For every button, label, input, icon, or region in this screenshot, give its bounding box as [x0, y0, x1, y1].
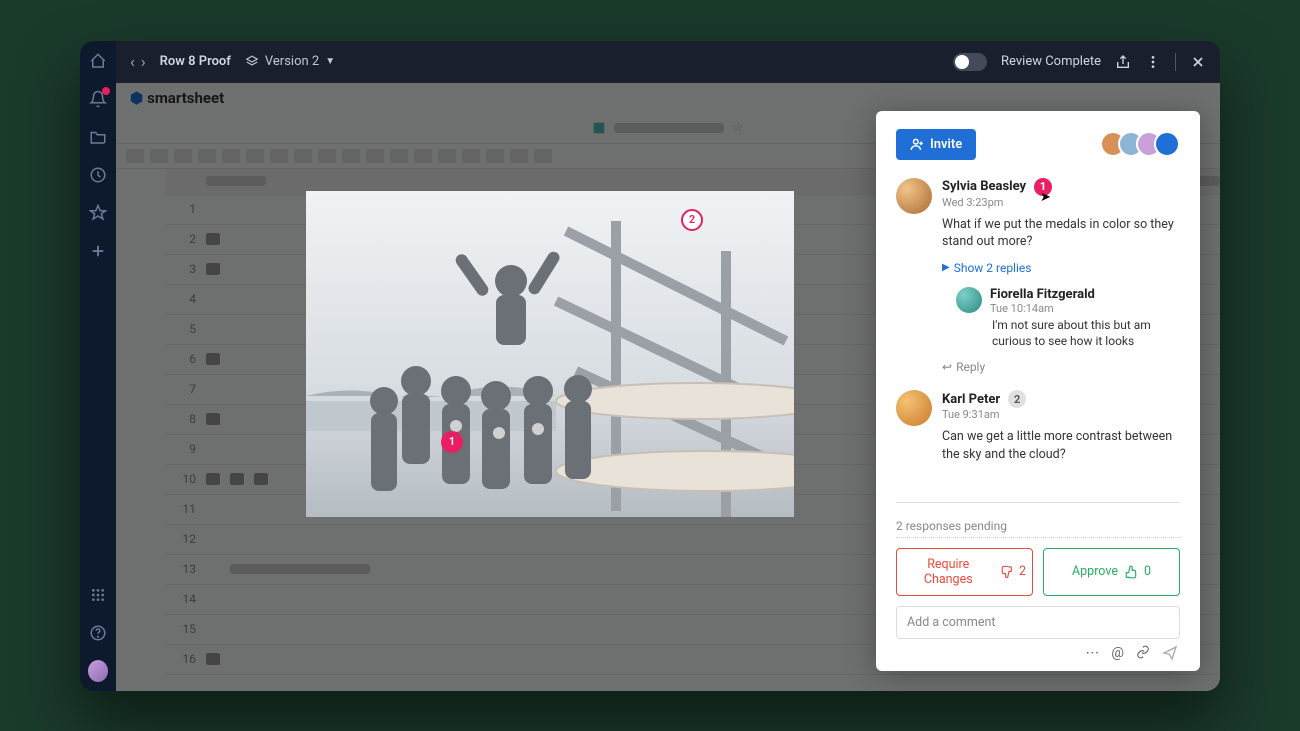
- show-replies-link[interactable]: ▶ Show 2 replies: [942, 261, 1186, 275]
- app-window: ‹ › Row 8 Proof Version 2 ▼ Review Compl…: [80, 41, 1220, 691]
- version-selector[interactable]: Version 2 ▼: [245, 54, 335, 69]
- proof-title: Row 8 Proof: [160, 54, 231, 69]
- review-complete-label: Review Complete: [1001, 54, 1101, 69]
- nav-back-icon[interactable]: ‹: [130, 52, 135, 71]
- left-nav-rail: [80, 41, 116, 691]
- caret-right-icon: ▶: [942, 262, 950, 273]
- sheet-icon: [592, 121, 606, 135]
- review-complete-toggle[interactable]: [953, 53, 987, 71]
- avatar: [896, 390, 932, 426]
- proof-toolbar: ‹ › Row 8 Proof Version 2 ▼ Review Compl…: [116, 41, 1220, 83]
- user-avatar-icon[interactable]: [88, 661, 108, 681]
- reply-link[interactable]: ↩ Reply: [942, 360, 1186, 374]
- reply-body: I'm not sure about this but am curious t…: [992, 317, 1186, 351]
- invite-person-icon: [910, 137, 924, 151]
- version-label: Version 2: [265, 54, 319, 69]
- avatar: [956, 287, 982, 313]
- send-icon[interactable]: [1162, 645, 1178, 661]
- reply-author: Fiorella Fitzgerald: [990, 287, 1095, 302]
- comments-panel: Invite Sylvia Beasley: [876, 111, 1200, 671]
- comment-author: Karl Peter: [942, 392, 1000, 407]
- favorites-icon[interactable]: [88, 203, 108, 223]
- comment-reply: Fiorella Fitzgerald Tue 10:14am I'm not …: [956, 287, 1186, 351]
- comment-time: Tue 9:31am: [942, 408, 1026, 421]
- thumbs-up-icon: [1124, 565, 1138, 579]
- reviewer-avatars[interactable]: [1108, 131, 1180, 157]
- main-area: ‹ › Row 8 Proof Version 2 ▼ Review Compl…: [116, 41, 1220, 691]
- comment-item[interactable]: Karl Peter 2 Tue 9:31am Can we get a lit…: [896, 390, 1186, 463]
- comment-pin-badge: 2: [1008, 390, 1026, 408]
- home-icon[interactable]: [88, 51, 108, 71]
- folder-icon[interactable]: [88, 127, 108, 147]
- divider: [896, 502, 1180, 503]
- invite-label: Invite: [930, 137, 962, 152]
- close-icon[interactable]: [1190, 54, 1206, 70]
- mouse-cursor-icon: ➤: [1040, 190, 1051, 205]
- comment-item[interactable]: Sylvia Beasley 1 Wed 3:23pm What if we p…: [896, 178, 1186, 375]
- avatar: [896, 178, 932, 214]
- attach-link-icon[interactable]: [1136, 645, 1150, 661]
- layers-icon: [245, 55, 259, 69]
- annotation-pin-2[interactable]: 2: [681, 209, 703, 231]
- notification-badge: [102, 87, 110, 95]
- reply-time: Tue 10:14am: [990, 302, 1095, 315]
- star-icon[interactable]: ☆: [732, 120, 744, 135]
- comments-list[interactable]: Sylvia Beasley 1 Wed 3:23pm What if we p…: [876, 174, 1200, 502]
- comment-input[interactable]: Add a comment: [896, 606, 1180, 639]
- comment-body: Can we get a little more contrast betwee…: [942, 428, 1186, 463]
- notifications-icon[interactable]: [88, 89, 108, 109]
- add-icon[interactable]: [88, 241, 108, 261]
- comment-body: What if we put the medals in color so th…: [942, 216, 1186, 251]
- apps-icon[interactable]: [88, 585, 108, 605]
- require-changes-button[interactable]: Require Changes 2: [896, 548, 1033, 596]
- thumbs-down-icon: [1000, 565, 1013, 579]
- reply-arrow-icon: ↩: [942, 360, 952, 374]
- recents-icon[interactable]: [88, 165, 108, 185]
- comment-time: Wed 3:23pm: [942, 196, 1052, 209]
- comment-author: Sylvia Beasley: [942, 179, 1026, 194]
- chevron-down-icon: ▼: [325, 56, 335, 67]
- invite-button[interactable]: Invite: [896, 129, 976, 160]
- more-options-icon[interactable]: ⋯: [1085, 645, 1099, 661]
- approve-button[interactable]: Approve 0: [1043, 548, 1180, 596]
- more-menu-icon[interactable]: [1145, 54, 1161, 70]
- brand-logo: ⬢smartsheet: [116, 83, 1220, 113]
- proof-image[interactable]: 1 2: [306, 191, 794, 517]
- share-icon[interactable]: [1115, 54, 1131, 70]
- help-icon[interactable]: [88, 623, 108, 643]
- annotation-pin-1[interactable]: 1: [441, 431, 463, 453]
- mention-icon[interactable]: @: [1111, 645, 1124, 661]
- divider: [1175, 53, 1176, 71]
- nav-forward-icon[interactable]: ›: [141, 52, 146, 71]
- pending-responses: 2 responses pending: [896, 519, 1180, 538]
